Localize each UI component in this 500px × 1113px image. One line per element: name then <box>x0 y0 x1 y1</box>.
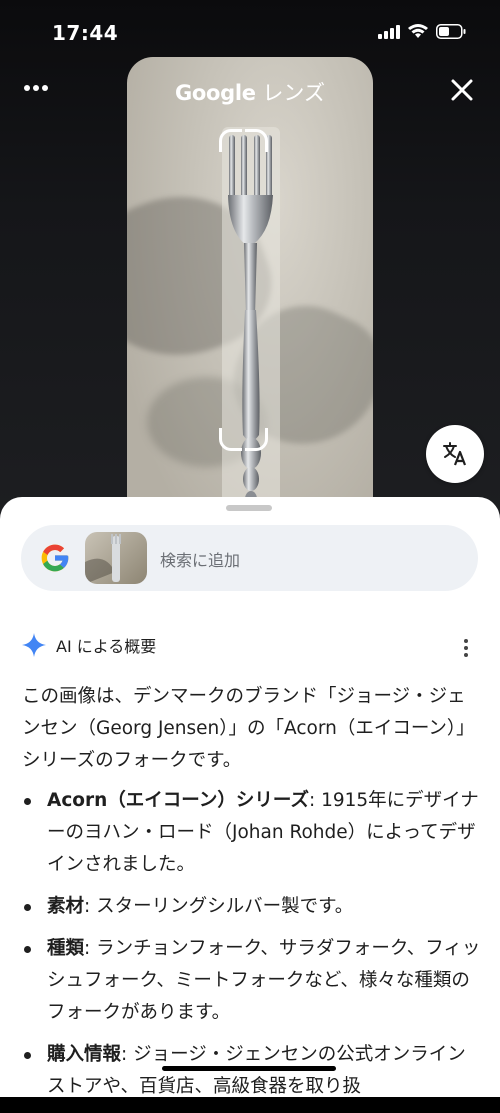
bullet-item: Acorn（エイコーン）シリーズ: 1915年にデザイナーのヨハン・ロード（Jo… <box>22 785 482 881</box>
bullet-title: 購入情報 <box>47 1044 122 1065</box>
translate-button[interactable] <box>426 425 484 483</box>
search-bar[interactable]: 検索に追加 <box>21 525 478 591</box>
sheet-drag-handle[interactable] <box>226 505 272 511</box>
home-indicator[interactable] <box>162 1066 336 1071</box>
title-brand: Google <box>174 81 256 105</box>
bullet-title: 種類 <box>47 938 85 959</box>
close-icon[interactable] <box>448 76 476 104</box>
status-bar: 17:44 <box>0 0 500 60</box>
fork-image <box>228 135 273 507</box>
bullet-text: : スターリングシルバー製です。 <box>84 896 354 917</box>
bullet-title: 素材 <box>47 896 85 917</box>
ai-overview-label: AI による概要 <box>56 637 157 656</box>
ai-overview-bullets: Acorn（エイコーン）シリーズ: 1915年にデザイナーのヨハン・ロード（Jo… <box>22 785 482 1113</box>
bullet-item: 購入情報: ジョージ・ジェンセンの公式オンラインストアや、百貨店、高級食器を取り… <box>22 1039 482 1103</box>
sparkle-icon <box>22 633 46 657</box>
selection-corner-bottom-left[interactable] <box>219 428 242 451</box>
ai-overview-header: AI による概要 <box>22 633 156 657</box>
selection-corner-top-left[interactable] <box>219 129 242 152</box>
google-g-icon[interactable] <box>39 542 71 574</box>
signal-icon <box>378 24 400 39</box>
search-placeholder[interactable]: 検索に追加 <box>160 547 240 571</box>
selection-corner-top-right[interactable] <box>245 129 268 152</box>
title-product: レンズ <box>262 81 326 105</box>
results-sheet: 検索に追加 AI による概要 この画像は、デンマークのブランド「ジョージ・ジェン… <box>0 497 500 1097</box>
more-vertical-icon[interactable] <box>458 638 474 658</box>
query-image-thumbnail[interactable] <box>85 532 147 584</box>
ai-overview-intro: この画像は、デンマークのブランド「ジョージ・ジェンセン（Georg Jensen… <box>22 686 475 771</box>
wifi-icon <box>408 24 428 38</box>
lens-title: Google レンズ <box>0 77 500 107</box>
battery-icon <box>436 24 466 39</box>
status-time: 17:44 <box>52 21 119 45</box>
bullet-title: Acorn（エイコーン）シリーズ <box>47 790 309 811</box>
translate-icon <box>443 442 467 466</box>
bullet-item: 素材: スターリングシルバー製です。 <box>22 891 482 923</box>
status-icons <box>378 24 466 39</box>
bullet-text: : ランチョンフォーク、サラダフォーク、フィッシュフォーク、ミートフォークなど、… <box>47 938 481 1023</box>
bullet-item: 種類: ランチョンフォーク、サラダフォーク、フィッシュフォーク、ミートフォークな… <box>22 933 482 1029</box>
